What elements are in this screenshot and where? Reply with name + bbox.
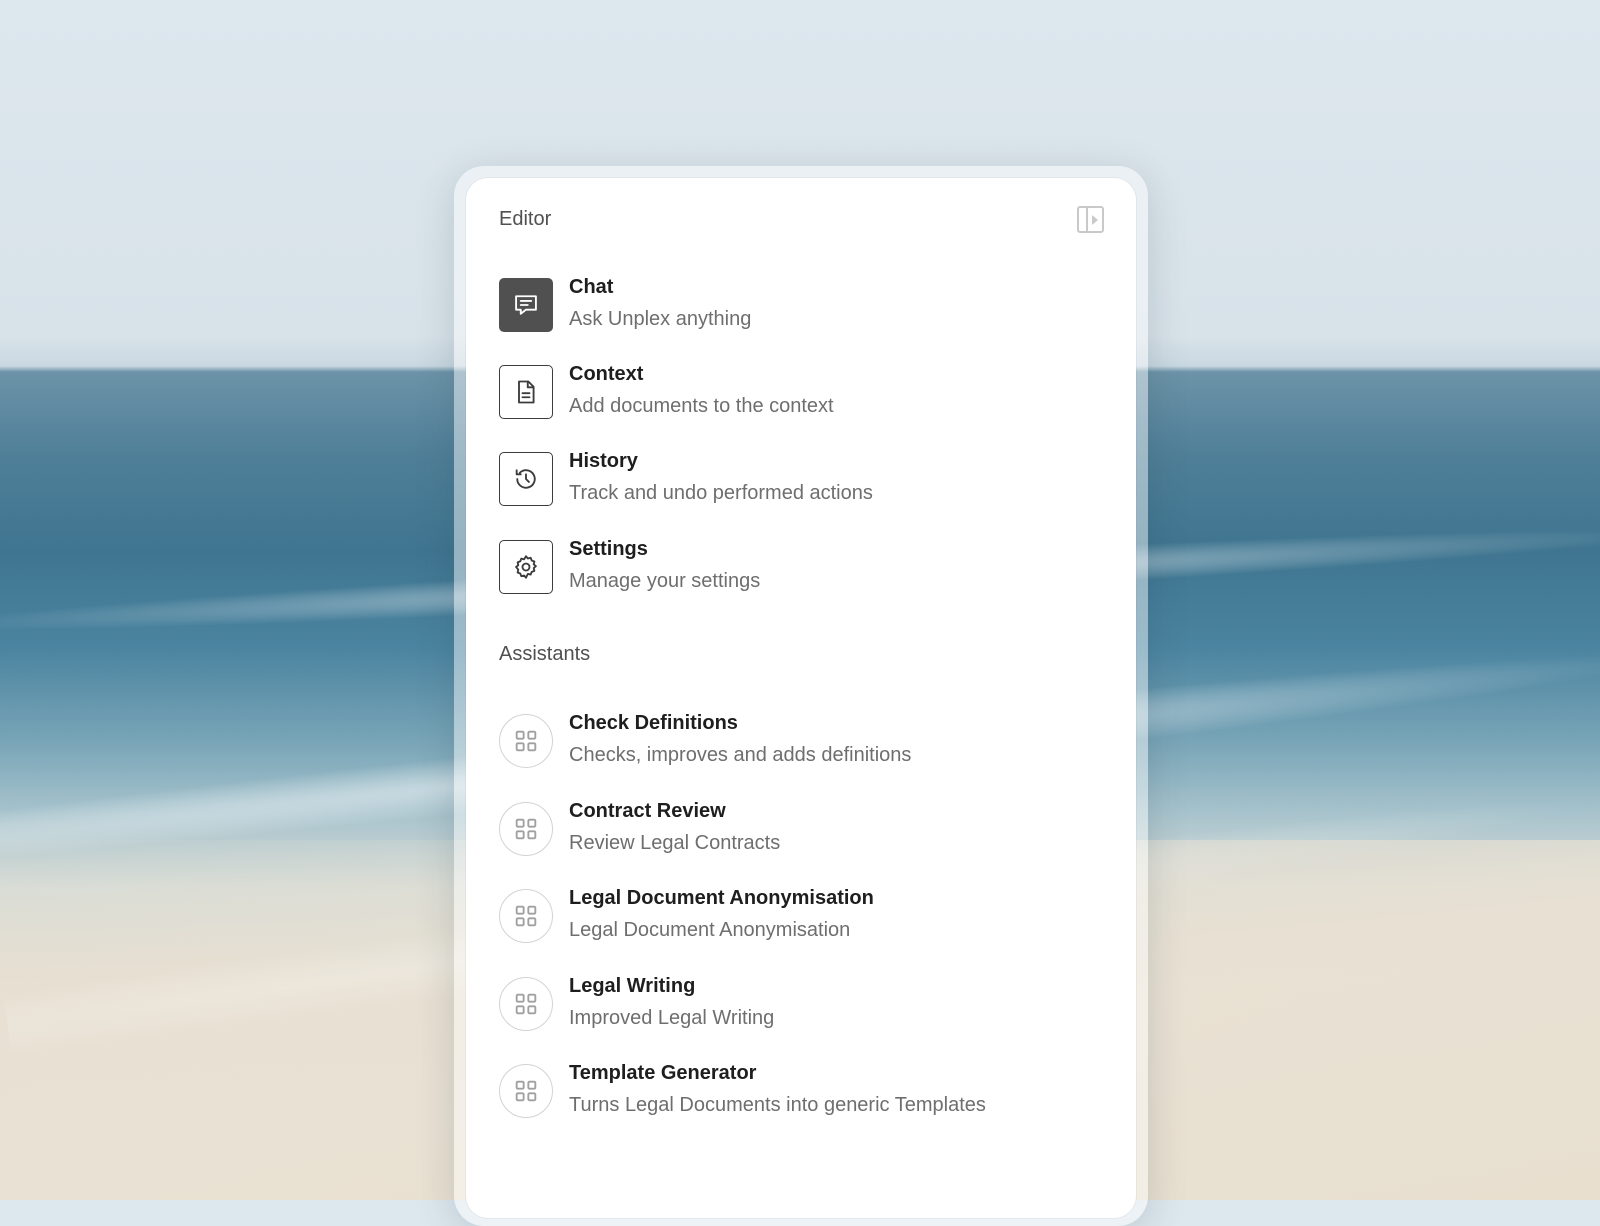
menu-item-context[interactable]: Context Add documents to the context: [499, 363, 1109, 423]
menu-item-history[interactable]: History Track and undo performed actions: [499, 450, 1109, 510]
grid-icon: [499, 977, 553, 1031]
assistant-item-contract-review[interactable]: Contract Review Review Legal Contracts: [499, 800, 1109, 860]
menu-item-label: Chat: [569, 276, 614, 298]
assistant-item-label: Contract Review: [569, 800, 726, 822]
editor-section-title: Editor: [499, 208, 552, 230]
menu-item-description: Manage your settings: [569, 570, 761, 592]
menu-item-description: Track and undo performed actions: [569, 482, 873, 504]
assistants-section-title: Assistants: [499, 643, 591, 665]
grid-icon: [499, 889, 553, 943]
assistant-item-label: Check Definitions: [569, 712, 738, 734]
sidebar-collapse-icon[interactable]: [1077, 206, 1104, 233]
assistant-item-check-definitions[interactable]: Check Definitions Checks, improves and a…: [499, 712, 1109, 772]
assistant-item-legal-document-anonymisation[interactable]: Legal Document Anonymisation Legal Docum…: [499, 887, 1109, 947]
assistant-item-description: Improved Legal Writing: [569, 1007, 775, 1029]
grid-icon: [499, 802, 553, 856]
assistant-item-template-generator[interactable]: Template Generator Turns Legal Documents…: [499, 1062, 1109, 1122]
menu-item-settings[interactable]: Settings Manage your settings: [499, 538, 1109, 598]
menu-item-label: Settings: [569, 538, 648, 560]
history-icon: [499, 452, 553, 506]
menu-item-label: Context: [569, 363, 644, 385]
assistant-item-description: Review Legal Contracts: [569, 832, 781, 854]
assistant-item-label: Legal Writing: [569, 975, 696, 997]
menu-item-chat[interactable]: Chat Ask Unplex anything: [499, 276, 1109, 336]
menu-item-label: History: [569, 450, 638, 472]
assistant-item-description: Checks, improves and adds definitions: [569, 744, 912, 766]
assistant-item-description: Legal Document Anonymisation: [569, 919, 851, 941]
chat-icon: [499, 278, 553, 332]
assistant-item-label: Legal Document Anonymisation: [569, 887, 874, 909]
assistant-item-label: Template Generator: [569, 1062, 757, 1084]
menu-item-description: Add documents to the context: [569, 395, 834, 417]
editor-sidebar-panel: Editor Chat Ask Unplex anything Context …: [466, 178, 1136, 1218]
assistant-item-legal-writing[interactable]: Legal Writing Improved Legal Writing: [499, 975, 1109, 1035]
grid-icon: [499, 714, 553, 768]
assistant-item-description: Turns Legal Documents into generic Templ…: [569, 1094, 986, 1116]
grid-icon: [499, 1064, 553, 1118]
menu-item-description: Ask Unplex anything: [569, 308, 752, 330]
gear-icon: [499, 540, 553, 594]
document-icon: [499, 365, 553, 419]
